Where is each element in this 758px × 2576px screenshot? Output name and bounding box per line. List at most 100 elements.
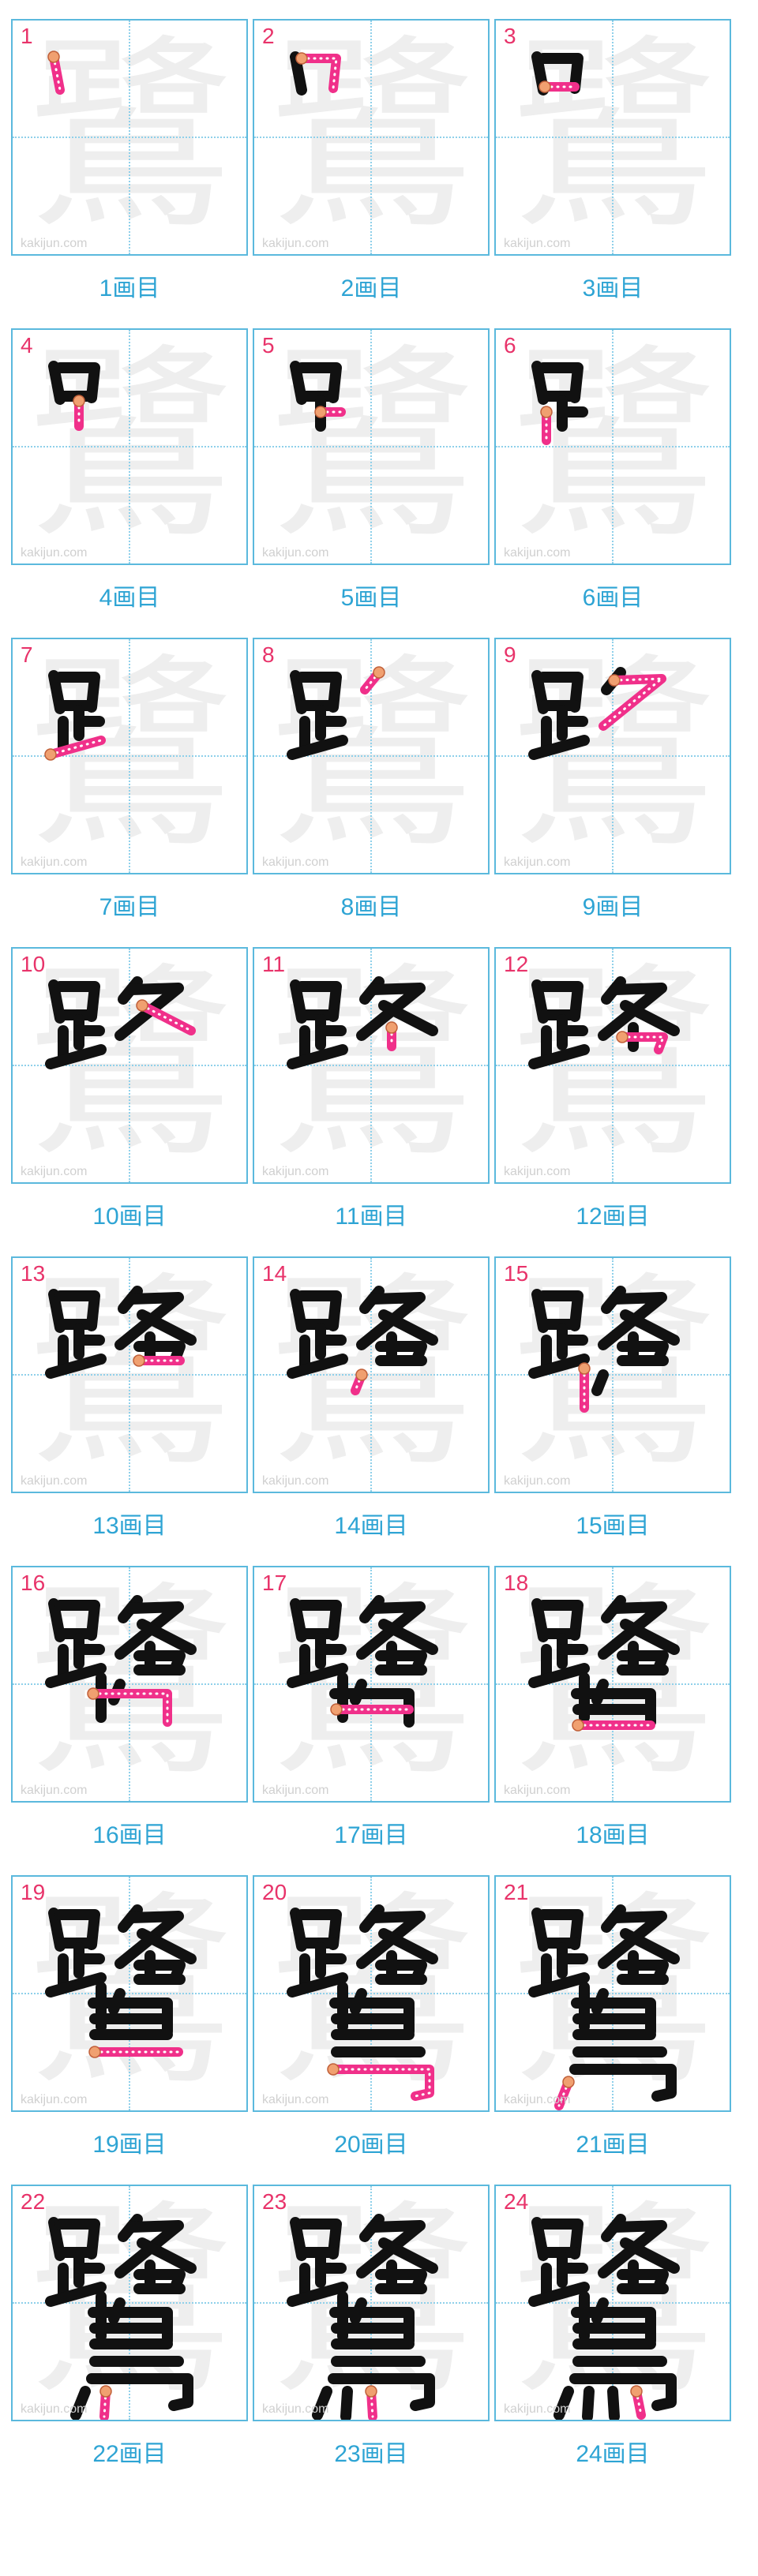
stroke-drawing [528, 1904, 680, 2110]
step-label: 21画目 [576, 2132, 650, 2158]
watermark: kakijun.com [262, 1165, 329, 1178]
step-number: 21 [504, 1880, 529, 1904]
stroke-step-cell: 鷺 17 kakijun.com 17画目 [253, 1566, 490, 1856]
stroke-drawing [287, 1904, 438, 2101]
practice-box: 鷺 15 kakijun.com [494, 1256, 731, 1493]
stroke-drawing [45, 976, 196, 1069]
stroke-step-cell: 鷺 20 kakijun.com 20画目 [253, 1875, 490, 2166]
stroke-drawing [48, 361, 100, 431]
stroke-step-cell: 鷺 22 kakijun.com 22画目 [11, 2185, 248, 2475]
step-label: 19画目 [92, 2132, 167, 2158]
stroke-start-dot [562, 2076, 575, 2088]
step-label: 1画目 [99, 275, 160, 301]
watermark: kakijun.com [504, 1784, 571, 1797]
step-label: 20画目 [334, 2132, 408, 2158]
step-number: 24 [504, 2189, 529, 2214]
watermark: kakijun.com [262, 1784, 329, 1797]
practice-box: 鷺 22 kakijun.com [11, 2185, 248, 2421]
stroke-start-dot [572, 1719, 584, 1732]
stroke-drawing [45, 1904, 197, 2058]
step-number: 19 [21, 1880, 46, 1904]
watermark: kakijun.com [504, 2093, 571, 2106]
completed-stroke [607, 2386, 620, 2420]
stroke-step-cell: 鷺 12 kakijun.com 12画目 [494, 947, 731, 1237]
stroke-drawing [528, 976, 680, 1069]
step-label: 23画目 [334, 2441, 408, 2467]
practice-box: 鷺 17 kakijun.com [253, 1566, 490, 1803]
stroke-start-dot [330, 1703, 343, 1716]
stroke-drawing [287, 976, 438, 1069]
stroke-step-cell: 鷺 10 kakijun.com 10画目 [11, 947, 248, 1237]
stroke-drawing [45, 1595, 197, 1727]
step-label: 16画目 [92, 1822, 167, 1848]
stroke-drawing [44, 670, 106, 761]
watermark: kakijun.com [21, 2093, 88, 2106]
watermark: kakijun.com [21, 1165, 88, 1178]
practice-box: 鷺 9 kakijun.com [494, 638, 731, 874]
watermark: kakijun.com [21, 1474, 88, 1488]
step-label: 5画目 [340, 585, 402, 611]
stroke-step-cell: 鷺 11 kakijun.com 11画目 [253, 947, 490, 1237]
stroke-start-dot [99, 2385, 112, 2398]
stroke-start-dot [136, 999, 148, 1012]
stroke-drawing [287, 1595, 438, 1728]
stroke-drawing [528, 2214, 680, 2420]
watermark: kakijun.com [504, 1165, 571, 1178]
step-number: 14 [262, 1261, 287, 1286]
stroke-drawing [287, 666, 385, 760]
current-stroke [297, 54, 341, 93]
practice-box: 鷺 5 kakijun.com [253, 328, 490, 565]
stroke-drawing [47, 51, 65, 95]
stroke-drawing [531, 361, 588, 445]
step-number: 9 [504, 642, 516, 667]
practice-box: 鷺 2 kakijun.com [253, 19, 490, 256]
stroke-drawing [528, 1595, 680, 1732]
stroke-step-cell: 鷺 3 kakijun.com 3画目 [494, 19, 731, 309]
practice-box: 鷺 12 kakijun.com [494, 947, 731, 1184]
practice-box: 鷺 3 kakijun.com [494, 19, 731, 256]
stroke-start-dot [365, 2385, 377, 2398]
watermark: kakijun.com [504, 546, 571, 560]
stroke-step-cell: 鷺 19 kakijun.com 19画目 [11, 1875, 248, 2166]
stroke-step-cell: 鷺 9 kakijun.com 9画目 [494, 638, 731, 928]
step-label: 18画目 [576, 1822, 650, 1848]
watermark: kakijun.com [262, 546, 329, 560]
watermark: kakijun.com [21, 1784, 88, 1797]
step-label: 17画目 [334, 1822, 408, 1848]
stroke-start-dot [47, 51, 60, 63]
watermark: kakijun.com [504, 1474, 571, 1488]
watermark: kakijun.com [262, 856, 329, 869]
stroke-order-grid: 鷺 1 kakijun.com 1画目鷺 2 kakijun.com 2画目鷺 3 kakiju… [0, 0, 758, 2576]
practice-box: 鷺 7 kakijun.com [11, 638, 248, 874]
stroke-start-dot [578, 1362, 591, 1375]
stroke-step-cell: 鷺 18 kakijun.com 18画目 [494, 1566, 731, 1856]
watermark: kakijun.com [504, 2402, 571, 2416]
current-stroke [328, 2065, 434, 2101]
step-number: 4 [21, 333, 33, 358]
stroke-step-cell: 鷺 5 kakijun.com 5画目 [253, 328, 490, 619]
stroke-step-cell: 鷺 13 kakijun.com 13画目 [11, 1256, 248, 1547]
watermark: kakijun.com [262, 2402, 329, 2416]
step-number: 8 [262, 642, 275, 667]
step-number: 11 [262, 952, 286, 976]
step-number: 23 [262, 2189, 287, 2214]
step-number: 5 [262, 333, 275, 358]
step-number: 10 [21, 952, 46, 976]
step-number: 18 [504, 1571, 529, 1595]
practice-box: 鷺 10 kakijun.com [11, 947, 248, 1184]
step-label: 3画目 [582, 275, 644, 301]
stroke-step-cell: 鷺 4 kakijun.com 4画目 [11, 328, 248, 619]
step-label: 9画目 [582, 894, 644, 920]
practice-box: 鷺 14 kakijun.com [253, 1256, 490, 1493]
step-number: 7 [21, 642, 33, 667]
step-number: 15 [504, 1261, 529, 1286]
stroke-step-cell: 鷺 2 kakijun.com 2画目 [253, 19, 490, 309]
stroke-step-cell: 鷺 14 kakijun.com 14画目 [253, 1256, 490, 1547]
watermark: kakijun.com [262, 1474, 329, 1488]
step-number: 3 [504, 24, 516, 48]
step-label: 22画目 [92, 2441, 167, 2467]
practice-box: 鷺 19 kakijun.com [11, 1875, 248, 2112]
watermark: kakijun.com [21, 2402, 88, 2416]
stroke-start-dot [133, 1354, 145, 1367]
stroke-start-dot [295, 52, 308, 65]
